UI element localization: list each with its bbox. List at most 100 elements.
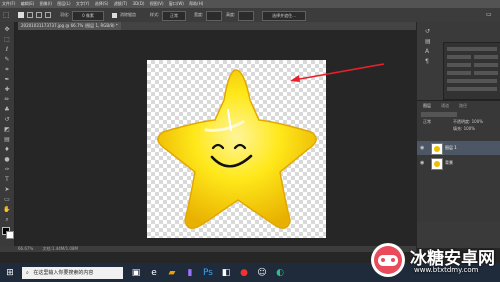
options-bar: ⬚ 羽化: 0 像素 消除锯齿 样式: 正常 宽度: 高度: 选择并遮住... … [0, 8, 500, 23]
opacity-field[interactable]: 不透明度: 100% [453, 119, 483, 125]
add-selection-icon[interactable] [27, 12, 33, 18]
workspace-icon[interactable]: ▭ [486, 11, 494, 19]
search-placeholder: 在这里输入你要搜索的内容 [33, 270, 94, 276]
type-tool-icon[interactable]: T [3, 176, 11, 184]
watermark-logo-icon [371, 243, 405, 277]
panel-field[interactable] [474, 71, 498, 75]
paragraph-panel-icon[interactable]: ¶ [425, 58, 429, 65]
menu-help[interactable]: 帮助(H) [189, 1, 203, 6]
eraser-tool-icon[interactable]: ◩ [3, 126, 11, 134]
menu-edit[interactable]: 编辑(E) [21, 1, 35, 6]
toolbar: ✥ ⬚ ℓ ✎ ⌗ ✒ ✚ ✏ ♣ ↺ ◩ ▤ ♦ ● ✑ T ➤ ▭ ✋ ⌕ [0, 22, 15, 248]
layer-filter-field[interactable] [421, 112, 457, 117]
menu-3d[interactable]: 3D(D) [133, 1, 145, 6]
marquee-tool-icon[interactable]: ⬚ [3, 36, 11, 44]
fill-field[interactable]: 填充: 100% [453, 126, 475, 132]
menu-type[interactable]: 文字(Y) [76, 1, 90, 6]
move-tool-icon[interactable]: ✥ [3, 26, 11, 34]
media-icon[interactable]: ● [238, 267, 250, 279]
height-label: 高度: [226, 12, 236, 17]
layer-row-background[interactable]: ◉ 背景 [417, 156, 500, 170]
history-brush-icon[interactable]: ↺ [3, 116, 11, 124]
premiere-icon[interactable]: ▮ [184, 267, 196, 279]
tab-layers[interactable]: 图层 [423, 103, 431, 109]
menu-layer[interactable]: 图层(L) [57, 1, 70, 6]
path-select-icon[interactable]: ➤ [3, 186, 11, 194]
blend-mode-select[interactable]: 正常 [423, 119, 431, 125]
visibility-eye-icon[interactable]: ◉ [420, 145, 424, 151]
gradient-tool-icon[interactable]: ▤ [3, 136, 11, 144]
panel-field[interactable] [474, 55, 498, 59]
subtract-selection-icon[interactable] [36, 12, 42, 18]
menu-view[interactable]: 视图(V) [150, 1, 164, 6]
history-panel-icon[interactable]: ↺ [425, 28, 430, 35]
lasso-tool-icon[interactable]: ℓ [3, 46, 11, 54]
shape-tool-icon[interactable]: ▭ [3, 196, 11, 204]
document-tab[interactable]: 20201031173737.jpg @ 66.7% (图层 1, RGB/8)… [18, 22, 121, 30]
clone-stamp-icon[interactable]: ♣ [3, 106, 11, 114]
search-icon: ⌕ [26, 270, 29, 276]
style-select[interactable]: 正常 [162, 11, 186, 21]
panel-field[interactable] [474, 63, 498, 67]
dodge-tool-icon[interactable]: ● [3, 156, 11, 164]
new-selection-icon[interactable] [18, 12, 24, 18]
panel-field[interactable] [447, 79, 497, 83]
antialias-label: 消除锯齿 [120, 12, 136, 17]
doc-info: 文档:1.44M/1.08M [42, 246, 78, 251]
status-bar: 66.67% 文档:1.44M/1.08M [0, 246, 416, 252]
healing-brush-icon[interactable]: ✚ [3, 86, 11, 94]
menu-file[interactable]: 文件(F) [2, 1, 15, 6]
panel-field[interactable] [447, 87, 497, 91]
zoom-readout[interactable]: 66.67% [18, 246, 33, 251]
tab-paths[interactable]: 路径 [459, 103, 467, 109]
layer-thumbnail [431, 158, 443, 170]
panel-field[interactable] [447, 47, 497, 51]
antialias-checkbox[interactable] [112, 13, 117, 18]
panel-field[interactable] [447, 55, 471, 59]
style-label: 样式: [150, 12, 160, 17]
menu-filter[interactable]: 滤镜(T) [114, 1, 128, 6]
menu-bar: 文件(F) 编辑(E) 图像(I) 图层(L) 文字(Y) 选择(S) 滤镜(T… [0, 0, 500, 8]
height-field[interactable] [238, 11, 254, 21]
menu-window[interactable]: 窗口(W) [169, 1, 184, 6]
pen-tool-icon[interactable]: ✑ [3, 166, 11, 174]
chat-icon[interactable]: ◐ [274, 267, 286, 279]
taskbar-search-box[interactable]: ⌕ 在这里输入你要搜索的内容 [22, 267, 123, 279]
hand-tool-icon[interactable]: ✋ [3, 206, 11, 214]
select-mask-button[interactable]: 选择并遮住... [262, 11, 306, 21]
qq-icon[interactable]: ☺ [256, 267, 268, 279]
app-icon[interactable]: ◧ [220, 267, 232, 279]
intersect-selection-icon[interactable] [45, 12, 51, 18]
marquee-tool-icon[interactable]: ⬚ [3, 11, 11, 19]
feather-field[interactable]: 0 像素 [72, 11, 104, 21]
properties-panel-icon[interactable]: ▤ [425, 38, 431, 45]
photoshop-icon[interactable]: Ps [202, 267, 214, 279]
windows-start-icon[interactable]: ⊞ [4, 267, 16, 279]
layer-name[interactable]: 图层 1 [445, 145, 457, 151]
blur-tool-icon[interactable]: ♦ [3, 146, 11, 154]
layer-row-layer1[interactable]: ◉ 图层 1 [417, 141, 500, 155]
menu-image[interactable]: 图像(I) [40, 1, 52, 6]
layers-panel: 图层 通道 路径 正常 不透明度: 100% 填充: 100% ◉ 图层 1 ◉… [417, 100, 500, 221]
menu-select[interactable]: 选择(S) [95, 1, 109, 6]
visibility-eye-icon[interactable]: ◉ [420, 160, 424, 166]
document-tabbar: 20201031173737.jpg @ 66.7% (图层 1, RGB/8)… [18, 22, 416, 30]
layer-name[interactable]: 背景 [445, 160, 453, 166]
brush-tool-icon[interactable]: ✏ [3, 96, 11, 104]
width-field[interactable] [206, 11, 222, 21]
quick-select-tool-icon[interactable]: ✎ [3, 56, 11, 64]
panel-field[interactable] [447, 71, 471, 75]
browser-icon[interactable]: e [148, 267, 160, 279]
watermark: 冰糖安卓网 www.btxtdmy.com [368, 238, 500, 282]
eyedropper-tool-icon[interactable]: ✒ [3, 76, 11, 84]
task-view-icon[interactable]: ▣ [130, 267, 142, 279]
panel-field[interactable] [447, 63, 471, 67]
tab-channels[interactable]: 通道 [441, 103, 449, 109]
background-color-swatch[interactable] [6, 231, 14, 239]
character-panel-icon[interactable]: A [425, 48, 429, 55]
zoom-tool-icon[interactable]: ⌕ [3, 216, 11, 224]
folder-icon[interactable]: ▰ [166, 267, 178, 279]
red-arrow-annotation [290, 63, 385, 82]
crop-tool-icon[interactable]: ⌗ [3, 66, 11, 74]
watermark-url: www.btxtdmy.com [414, 266, 479, 274]
